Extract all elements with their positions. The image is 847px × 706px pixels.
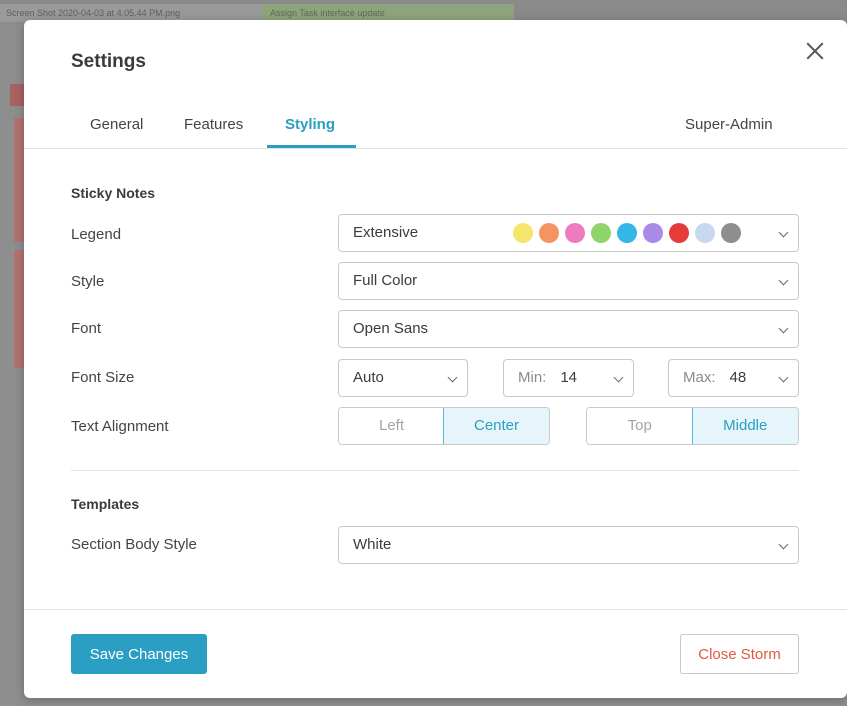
chevron-down-icon [778, 227, 789, 238]
tab-general[interactable]: General [90, 116, 143, 133]
background-block [14, 118, 24, 242]
close-icon[interactable] [802, 38, 828, 64]
legend-color-swatch[interactable] [513, 223, 533, 243]
legend-value: Extensive [353, 224, 419, 241]
sticky-notes-heading: Sticky Notes [71, 185, 156, 201]
tab-styling[interactable]: Styling [285, 116, 335, 133]
min-font-size-select[interactable]: Min: 14 [503, 359, 634, 397]
chevron-down-icon [778, 323, 789, 334]
legend-color-swatch[interactable] [669, 223, 689, 243]
chevron-down-icon [613, 372, 624, 383]
background-block [14, 250, 24, 368]
style-value: Full Color [353, 272, 418, 289]
align-center-option[interactable]: Center [443, 408, 549, 444]
font-size-select[interactable]: Auto [338, 359, 468, 397]
legend-color-swatch[interactable] [721, 223, 741, 243]
section-body-style-select[interactable]: White [338, 526, 799, 564]
save-changes-button[interactable]: Save Changes [71, 634, 207, 674]
legend-color-swatch[interactable] [695, 223, 715, 243]
align-top-option[interactable]: Top [587, 408, 693, 444]
close-storm-button[interactable]: Close Storm [680, 634, 799, 674]
font-size-value: Auto [353, 369, 384, 386]
text-alignment-label: Text Alignment [71, 418, 169, 435]
section-body-style-label: Section Body Style [71, 536, 197, 553]
align-middle-option[interactable]: Middle [691, 408, 798, 444]
templates-heading: Templates [71, 496, 140, 512]
style-select[interactable]: Full Color [338, 262, 799, 300]
max-font-size-select[interactable]: Max: 48 [668, 359, 799, 397]
chevron-down-icon [778, 275, 789, 286]
horizontal-alignment-toggle: Left Center [338, 407, 550, 445]
header-divider [24, 148, 847, 149]
legend-color-swatch[interactable] [565, 223, 585, 243]
legend-select[interactable]: Extensive [338, 214, 799, 252]
legend-label: Legend [71, 226, 122, 243]
max-label: Max: [683, 369, 716, 386]
tab-features[interactable]: Features [184, 116, 243, 133]
chevron-down-icon [447, 372, 458, 383]
font-value: Open Sans [353, 320, 429, 337]
legend-color-swatch[interactable] [591, 223, 611, 243]
background-block [10, 84, 24, 106]
chevron-down-icon [778, 539, 789, 550]
section-divider [71, 470, 799, 471]
settings-dialog: Settings General Features Styling Super-… [24, 20, 847, 698]
dialog-title: Settings [71, 51, 146, 72]
legend-color-swatch[interactable] [643, 223, 663, 243]
font-select[interactable]: Open Sans [338, 310, 799, 348]
vertical-alignment-toggle: Top Middle [586, 407, 799, 445]
legend-color-swatch[interactable] [539, 223, 559, 243]
min-value: 14 [560, 369, 578, 386]
footer-divider [24, 609, 847, 610]
tab-super-admin[interactable]: Super-Admin [685, 116, 773, 133]
style-label: Style [71, 273, 105, 290]
section-body-style-value: White [353, 536, 392, 553]
min-label: Min: [518, 369, 547, 386]
max-value: 48 [729, 369, 747, 386]
align-left-option[interactable]: Left [339, 408, 444, 444]
legend-color-swatch[interactable] [617, 223, 637, 243]
font-size-label: Font Size [71, 369, 135, 386]
chevron-down-icon [778, 372, 789, 383]
font-label: Font [71, 320, 102, 337]
legend-color-swatches [513, 223, 741, 243]
